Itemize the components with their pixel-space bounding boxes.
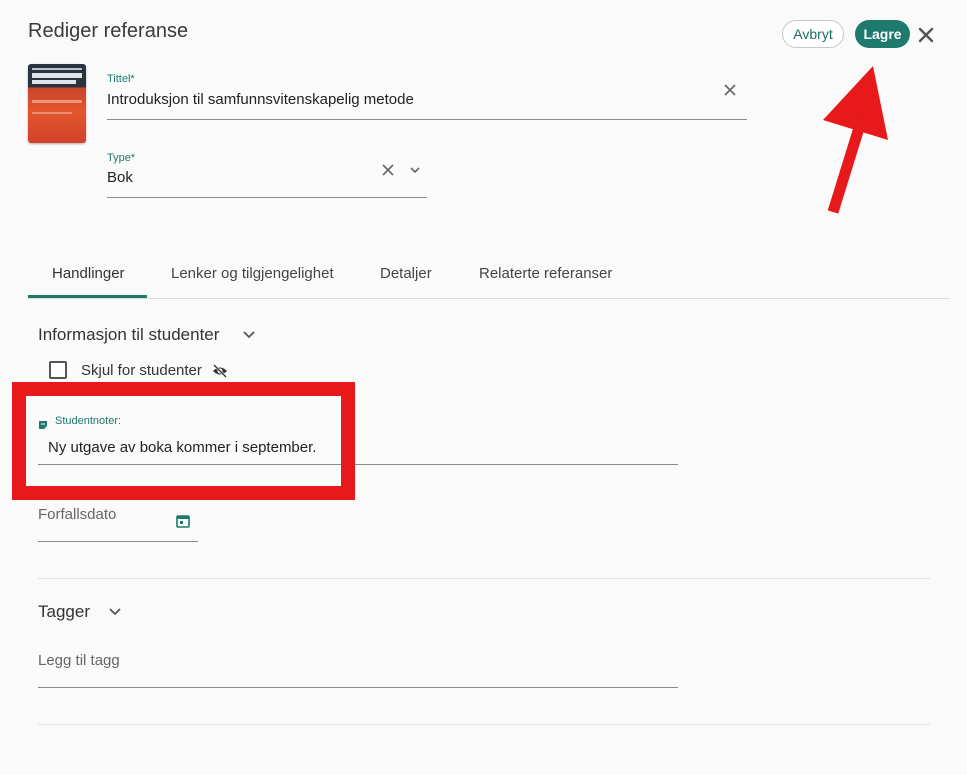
tab-detaljer[interactable]: Detaljer bbox=[380, 265, 432, 282]
hide-for-students-label: Skjul for studenter bbox=[81, 362, 202, 379]
type-field-label: Type* bbox=[107, 152, 136, 164]
add-tag-underline bbox=[38, 687, 678, 688]
title-field-value[interactable]: Introduksjon til samfunnsvitenskapelig m… bbox=[107, 91, 414, 108]
title-field-underline bbox=[107, 119, 747, 120]
due-date-underline bbox=[38, 541, 198, 542]
type-dropdown-chevron-icon[interactable] bbox=[408, 163, 422, 177]
tabs-divider bbox=[28, 298, 950, 299]
tags-chevron-down-icon[interactable] bbox=[108, 604, 122, 618]
clear-type-icon[interactable] bbox=[380, 162, 396, 178]
type-field-value[interactable]: Bok bbox=[107, 169, 133, 186]
tab-relaterte[interactable]: Relaterte referanser bbox=[479, 265, 612, 282]
cancel-button[interactable]: Avbryt bbox=[782, 20, 844, 48]
page-title: Rediger referanse bbox=[28, 20, 189, 42]
save-button[interactable]: Lagre bbox=[855, 20, 910, 48]
hide-for-students-checkbox[interactable] bbox=[49, 361, 67, 379]
tab-lenker[interactable]: Lenker og tilgjengelighet bbox=[171, 265, 334, 282]
chevron-down-icon[interactable] bbox=[242, 327, 256, 341]
eye-off-icon bbox=[212, 363, 228, 379]
tab-handlinger[interactable]: Handlinger bbox=[52, 265, 125, 282]
annotation-arrow bbox=[823, 66, 888, 214]
type-field-underline bbox=[107, 197, 427, 198]
add-tag-input[interactable]: Legg til tagg bbox=[38, 652, 120, 669]
student-info-title[interactable]: Informasjon til studenter bbox=[38, 325, 219, 345]
tags-title[interactable]: Tagger bbox=[38, 602, 90, 622]
annotation-highlight-box bbox=[12, 382, 355, 500]
clear-title-icon[interactable] bbox=[722, 82, 738, 98]
close-icon[interactable] bbox=[915, 22, 937, 46]
due-date-input[interactable]: Forfallsdato bbox=[38, 506, 116, 523]
section-divider bbox=[38, 578, 930, 579]
section-divider-bottom bbox=[38, 724, 930, 725]
title-field-label: Tittel* bbox=[107, 73, 135, 85]
book-cover-thumbnail bbox=[28, 64, 86, 143]
calendar-icon[interactable] bbox=[176, 514, 190, 528]
